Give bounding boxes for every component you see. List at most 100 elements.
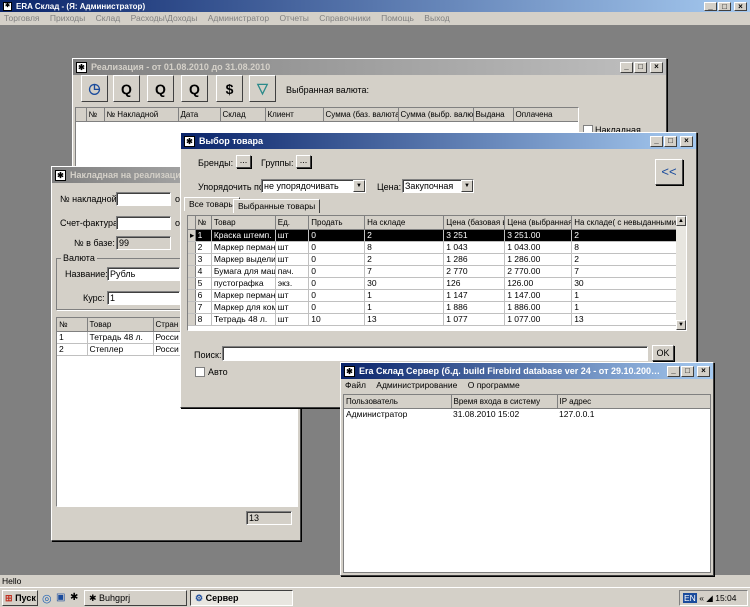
minimize-icon[interactable]: _ [704,1,717,11]
menu-about[interactable]: О программе [468,380,520,390]
start-label: Пуск [15,593,36,603]
search-k-button[interactable]: Q [147,75,174,102]
close-icon[interactable]: × [680,135,693,147]
footer-count: 13 [246,511,292,525]
search-bo-button[interactable]: Q [181,75,208,102]
taskbar: ⊞ Пуск ◎ ▣ ✱ ✱ Buhgprj ⚙ Сервер EN « ◢ 1… [0,587,750,607]
menu-references[interactable]: Справочники [319,13,371,23]
col-user[interactable]: Пользователь [344,395,452,409]
menu-help[interactable]: Помощь [381,13,414,23]
realization-title: Реализация - от 01.08.2010 до 31.08.2010 [91,62,271,72]
table-row[interactable]: 2Маркер перманентшт081 0431 043.008 [188,241,686,254]
menu-trade[interactable]: Торговля [4,13,40,23]
search-input[interactable] [222,346,648,361]
table-row[interactable]: 3 Маркер выделит шт 0 2 1 286 1 286.00 2 [188,253,686,266]
col-issued[interactable]: Выдана [473,108,514,122]
menu-income[interactable]: Приходы [50,13,85,23]
brands-picker-button[interactable]: ... [236,155,251,168]
col-sum-base[interactable]: Сумма (баз. валюта) [323,108,399,122]
col-n[interactable]: № [86,108,105,122]
volume-icon[interactable]: ◢ [706,593,713,603]
col-sum-selected[interactable]: Сумма (выбр. валюта) [398,108,474,122]
col-sell[interactable]: Продать [308,216,366,230]
scroll-up-icon[interactable]: ▲ [676,216,686,226]
minimize-icon[interactable]: _ [620,61,633,73]
search-c-button[interactable]: Q [113,75,140,102]
auto-checkbox[interactable] [195,367,205,377]
language-indicator[interactable]: EN [683,593,697,603]
clock-button[interactable]: ◷ [81,75,108,102]
table-row[interactable]: ▸ 1 Краска штемп. шт 0 2 3 251 3 251.00 2 [188,229,686,242]
tray-arrow-icon[interactable]: « [699,593,704,603]
start-button[interactable]: ⊞ Пуск [2,590,38,606]
goods-grid[interactable]: № Товар Ед. Продать На складе Цена (базо… [187,215,687,331]
menu-reports[interactable]: Отчеты [279,13,308,23]
search-k-icon: Q [155,80,166,97]
currency-name-field[interactable]: Рубль [107,267,180,281]
table-row[interactable]: 4Бумага для машинпач.072 7702 770.007 [188,265,686,278]
cell-unit: шт [275,313,310,326]
ok-button[interactable]: OK [652,345,674,361]
maximize-icon[interactable]: □ [664,135,677,147]
col-stock[interactable]: На складе [364,216,445,230]
col-price-selected[interactable]: Цена (выбранная [504,216,573,230]
tab-all-goods[interactable]: Все товары [184,197,240,211]
rate-field[interactable]: 1 [107,291,180,305]
save-icon[interactable]: ▣ [56,592,65,603]
cell-stock-all: 2 [571,229,686,242]
table-row[interactable]: 6Маркер перманентшт011 1471 147.001 [188,289,686,302]
col-paid[interactable]: Оплачена [513,108,578,122]
menu-file[interactable]: Файл [345,380,366,390]
maximize-icon[interactable]: □ [718,1,731,11]
sort-select[interactable]: не упорядочивать ▼ [261,179,366,193]
col-stock-all[interactable]: На складе( с невыданными) [571,216,686,230]
back-button[interactable]: << [655,159,683,185]
col-date[interactable]: Дата [178,108,221,122]
col-n[interactable]: № [195,216,212,230]
groups-picker-button[interactable]: ... [296,155,311,168]
invoice-no-field[interactable] [116,192,171,206]
col-unit[interactable]: Ед. [275,216,310,230]
currency-button[interactable]: ▽ [249,75,276,102]
col-item[interactable]: Товар [87,318,154,332]
maximize-icon[interactable]: □ [634,61,647,73]
dollar-button[interactable]: $ [216,75,243,102]
tab-selected-goods[interactable]: Выбранные товары [233,199,321,213]
col-item[interactable]: Товар [211,216,276,230]
menu-administration[interactable]: Администрирование [376,380,457,390]
menu-admin[interactable]: Администратор [208,13,269,23]
minimize-icon[interactable]: _ [667,365,680,377]
scroll-down-icon[interactable]: ▼ [676,320,686,330]
minimize-icon[interactable]: _ [650,135,663,147]
cell-sell: 0 [308,253,366,266]
col-price-base[interactable]: Цена (базовая в [443,216,506,230]
table-row[interactable]: 7Маркер для комплшт011 8861 886.001 [188,301,686,314]
col-ip[interactable]: IP адрес [557,395,710,409]
cell-stock-all: 8 [571,241,686,254]
table-row[interactable]: 5 пустографка экз. 0 30 126 126.00 30 [188,277,686,290]
table-row[interactable]: Администратор 31.08.2010 15:02 127.0.0.1 [344,408,710,420]
app-quicklaunch-icon[interactable]: ✱ [70,592,78,603]
server-grid[interactable]: Пользователь Время входа в систему IP ад… [343,394,711,573]
close-icon[interactable]: × [650,61,663,73]
col-invoice-no[interactable]: № Накладной [104,108,179,122]
menu-exit[interactable]: Выход [424,13,449,23]
task-buhgprj[interactable]: ✱ Buhgprj [84,590,187,606]
task-server[interactable]: ⚙ Сервер [190,590,293,606]
col-login-time[interactable]: Время входа в систему [451,395,558,409]
cell-price-sel: 1 147.00 [504,289,573,302]
table-row[interactable]: 8 Тетрадь 48 л. шт 10 13 1 077 1 077.00 13 [188,313,686,326]
cell-stock: 13 [364,313,445,326]
close-icon[interactable]: × [734,1,747,11]
col-client[interactable]: Клиент [265,108,324,122]
col-n[interactable]: № [57,318,88,332]
maximize-icon[interactable]: □ [681,365,694,377]
price-select[interactable]: Закупочная ▼ [402,179,474,193]
menu-expenses[interactable]: Расходы\Доходы [131,13,198,23]
factura-field[interactable] [116,216,171,230]
goods-scrollbar[interactable]: ▲ ▼ [676,216,686,330]
menu-warehouse[interactable]: Склад [96,13,121,23]
col-warehouse[interactable]: Склад [220,108,266,122]
close-icon[interactable]: × [697,365,710,377]
browser-icon[interactable]: ◎ [42,592,52,605]
